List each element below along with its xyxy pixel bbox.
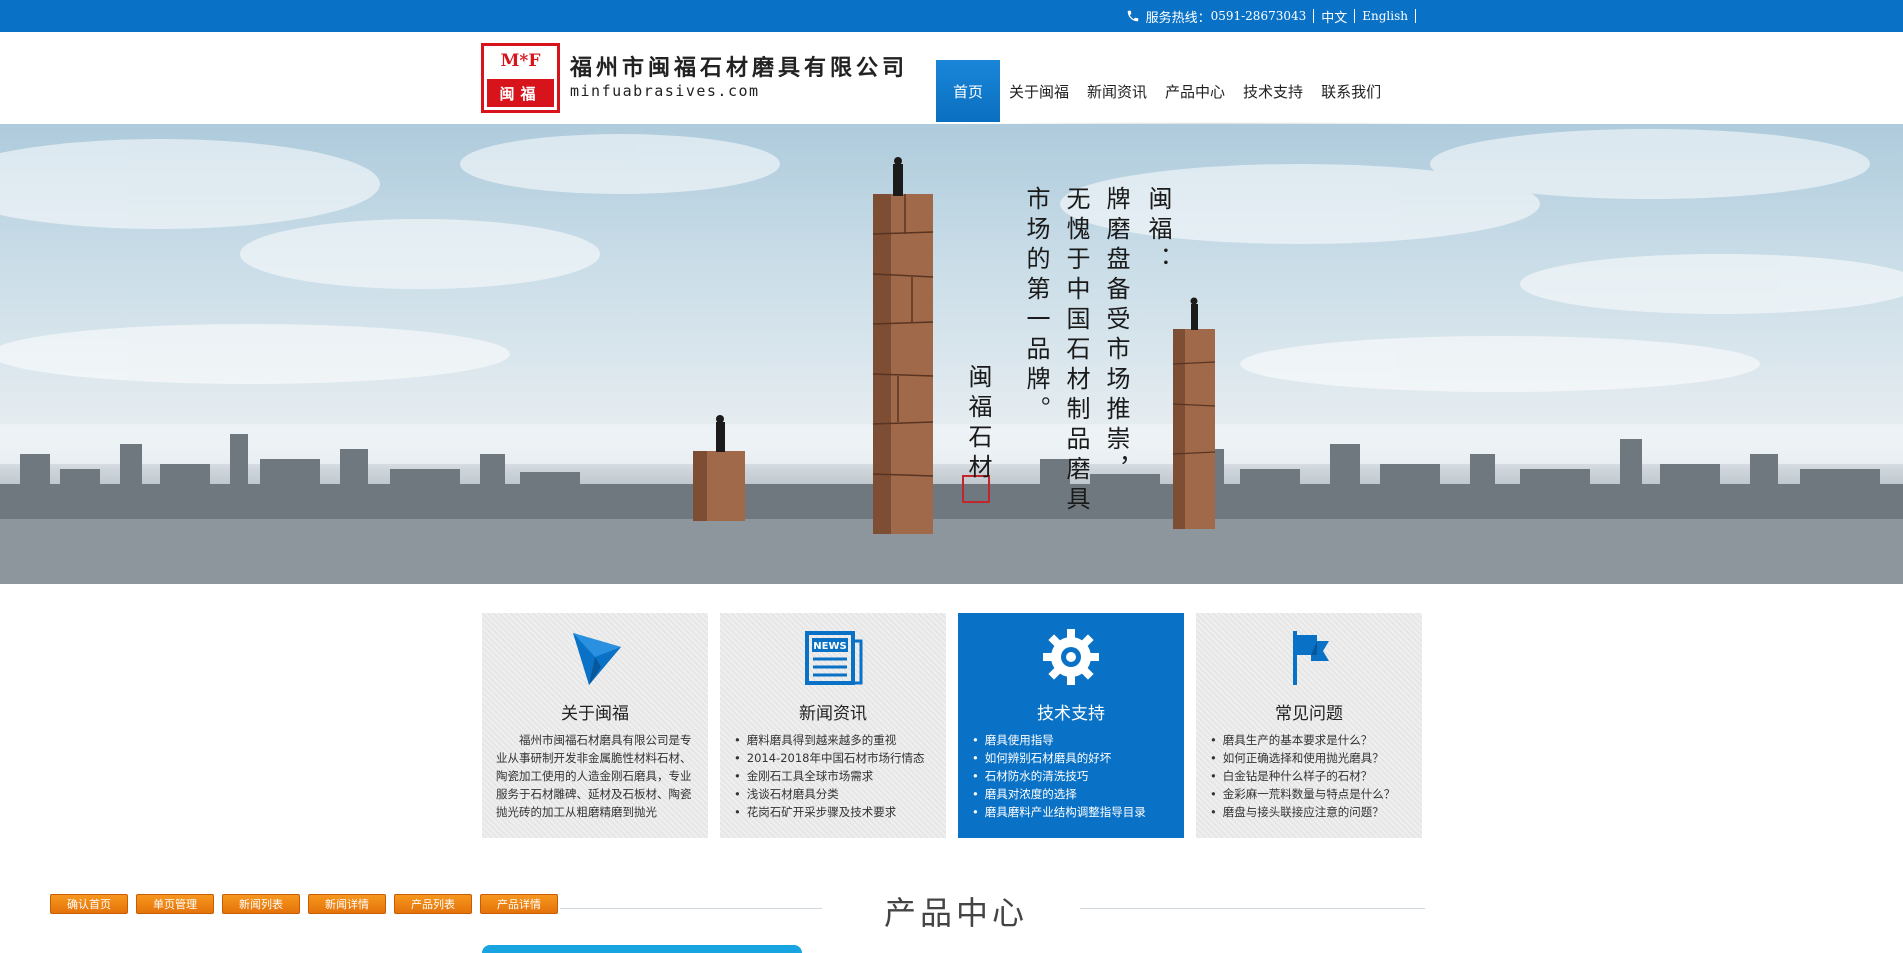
list-item[interactable]: 石材防水的清洗技巧 <box>972 767 1176 785</box>
main-nav: 首页 关于闽福 新闻资讯 产品中心 技术支持 联系我们 <box>936 60 1390 122</box>
banner-poem-line-2: 牌磨盘备受市场推崇， <box>1102 186 1130 486</box>
newspaper-icon: NEWS <box>805 631 863 685</box>
box-paragraph: 福州市闽福石材磨具有限公司是专业从事研制开发非金属脆性材料石材、陶瓷加工使用的人… <box>496 733 692 819</box>
list-item[interactable]: 金彩麻一荒料数量与特点是什么？ <box>1210 785 1414 803</box>
flag-icon <box>1293 631 1329 685</box>
list-item[interactable]: 磨料磨具得到越来越多的重视 <box>734 731 938 749</box>
brand-name: 福州市闽福石材磨具有限公司 <box>570 55 909 81</box>
list-item[interactable]: 磨盘与接头联接应注意的问题？ <box>1210 803 1414 821</box>
box-title: 关于闽福 <box>561 704 629 724</box>
list-item[interactable]: 金刚石工具全球市场需求 <box>734 767 938 785</box>
logo[interactable]: M*F 闽福 <box>481 43 560 113</box>
section-divider-left <box>560 908 822 909</box>
stone-pillar-right <box>1172 297 1216 529</box>
phone-icon <box>1127 10 1138 22</box>
box-support[interactable]: 技术支持 磨具使用指导 如何辨别石材磨具的好坏 石材防水的清洗技巧 磨具对浓度的… <box>958 613 1184 838</box>
hero-banner: 闽福： 牌磨盘备受市场推崇， 无愧于中国石材制品磨具 市场的第一品牌。 闽福石材 <box>0 124 1903 584</box>
product-category-tab[interactable] <box>482 945 802 953</box>
hotline-number: 0591-28673043 <box>1210 9 1307 23</box>
paper-plane-icon <box>573 633 621 685</box>
list-item[interactable]: 磨具磨料产业结构调整指导目录 <box>972 803 1176 821</box>
list-item[interactable]: 磨具对浓度的选择 <box>972 785 1176 803</box>
divider <box>1354 9 1356 23</box>
admin-button-news-detail[interactable]: 新闻详情 <box>308 894 386 914</box>
banner-poem-line-4: 市场的第一品牌。 <box>1022 186 1050 426</box>
admin-toolbar: 确认首页 单页管理 新闻列表 新闻详情 产品列表 产品详情 <box>50 894 558 914</box>
nav-item-about[interactable]: 关于闽福 <box>1000 60 1078 122</box>
list-item[interactable]: 2014-2018年中国石材市场行情态 <box>734 749 938 767</box>
section-divider-right <box>1080 908 1425 909</box>
admin-button-news-list[interactable]: 新闻列表 <box>222 894 300 914</box>
admin-button-product-list[interactable]: 产品列表 <box>394 894 472 914</box>
box-title: 技术支持 <box>1037 704 1105 724</box>
support-list: 磨具使用指导 如何辨别石材磨具的好坏 石材防水的清洗技巧 磨具对浓度的选择 磨具… <box>972 731 1176 821</box>
header: M*F 闽福 福州市闽福石材磨具有限公司 minfuabrasives.com … <box>0 32 1903 128</box>
news-list: 磨料磨具得到越来越多的重视 2014-2018年中国石材市场行情态 金刚石工具全… <box>734 731 938 821</box>
admin-button-product-detail[interactable]: 产品详情 <box>480 894 558 914</box>
top-bar: 服务热线： 0591-28673043 中文 English <box>0 0 1903 32</box>
admin-button-single-page[interactable]: 单页管理 <box>136 894 214 914</box>
divider <box>1313 9 1315 23</box>
nav-item-support[interactable]: 技术支持 <box>1234 60 1312 122</box>
box-faq[interactable]: 常见问题 磨具生产的基本要求是什么？ 如何正确选择和使用抛光磨具？ 白金钻是种什… <box>1196 613 1422 838</box>
faq-list: 磨具生产的基本要求是什么？ 如何正确选择和使用抛光磨具？ 白金钻是种什么样子的石… <box>1210 731 1414 821</box>
box-about[interactable]: 关于闽福 福州市闽福石材磨具有限公司是专业从事研制开发非金属脆性材料石材、陶瓷加… <box>482 613 708 838</box>
svg-text:NEWS: NEWS <box>813 641 846 652</box>
lang-cn-link[interactable]: 中文 <box>1321 7 1347 26</box>
banner-poem-line-3: 无愧于中国石材制品磨具 <box>1062 186 1090 516</box>
nav-item-home[interactable]: 首页 <box>936 60 1000 122</box>
top-bar-contact: 服务热线： 0591-28673043 中文 English <box>1126 0 1423 32</box>
banner-signature: 闽福石材 <box>964 364 992 484</box>
list-item[interactable]: 如何辨别石材磨具的好坏 <box>972 749 1176 767</box>
list-item[interactable]: 磨具使用指导 <box>972 731 1176 749</box>
nav-item-products[interactable]: 产品中心 <box>1156 60 1234 122</box>
product-center-title: 产品中心 <box>884 894 1029 932</box>
box-title: 常见问题 <box>1275 704 1343 724</box>
banner-illustration <box>0 129 1903 584</box>
banner-poem-line-1: 闽福： <box>1144 186 1172 276</box>
list-item[interactable]: 花岗石矿开采步骤及技术要求 <box>734 803 938 821</box>
admin-button-confirm-home[interactable]: 确认首页 <box>50 894 128 914</box>
nav-item-news[interactable]: 新闻资讯 <box>1078 60 1156 122</box>
divider <box>1415 9 1416 23</box>
logo-mark-bottom: 闽福 <box>487 79 554 107</box>
nav-item-contact[interactable]: 联系我们 <box>1312 60 1390 122</box>
list-item[interactable]: 磨具生产的基本要求是什么？ <box>1210 731 1414 749</box>
feature-boxes: 关于闽福 福州市闽福石材磨具有限公司是专业从事研制开发非金属脆性材料石材、陶瓷加… <box>482 613 1422 838</box>
list-item[interactable]: 浅谈石材磨具分类 <box>734 785 938 803</box>
logo-mark-top: M*F <box>500 51 541 71</box>
box-title: 新闻资讯 <box>799 704 867 724</box>
hotline-label: 服务热线： <box>1145 10 1211 26</box>
lang-en-link[interactable]: English <box>1362 9 1408 23</box>
list-item[interactable]: 白金钻是种什么样子的石材？ <box>1210 767 1414 785</box>
clouds <box>0 129 1903 392</box>
brand-domain: minfuabrasives.com <box>570 82 760 100</box>
gear-icon <box>1043 629 1099 685</box>
stone-pillar-large <box>872 157 934 534</box>
list-item[interactable]: 如何正确选择和使用抛光磨具？ <box>1210 749 1414 767</box>
box-news[interactable]: NEWS 新闻资讯 磨料磨具得到越来越多的重视 2014-2018年中国石材市场… <box>720 613 946 838</box>
